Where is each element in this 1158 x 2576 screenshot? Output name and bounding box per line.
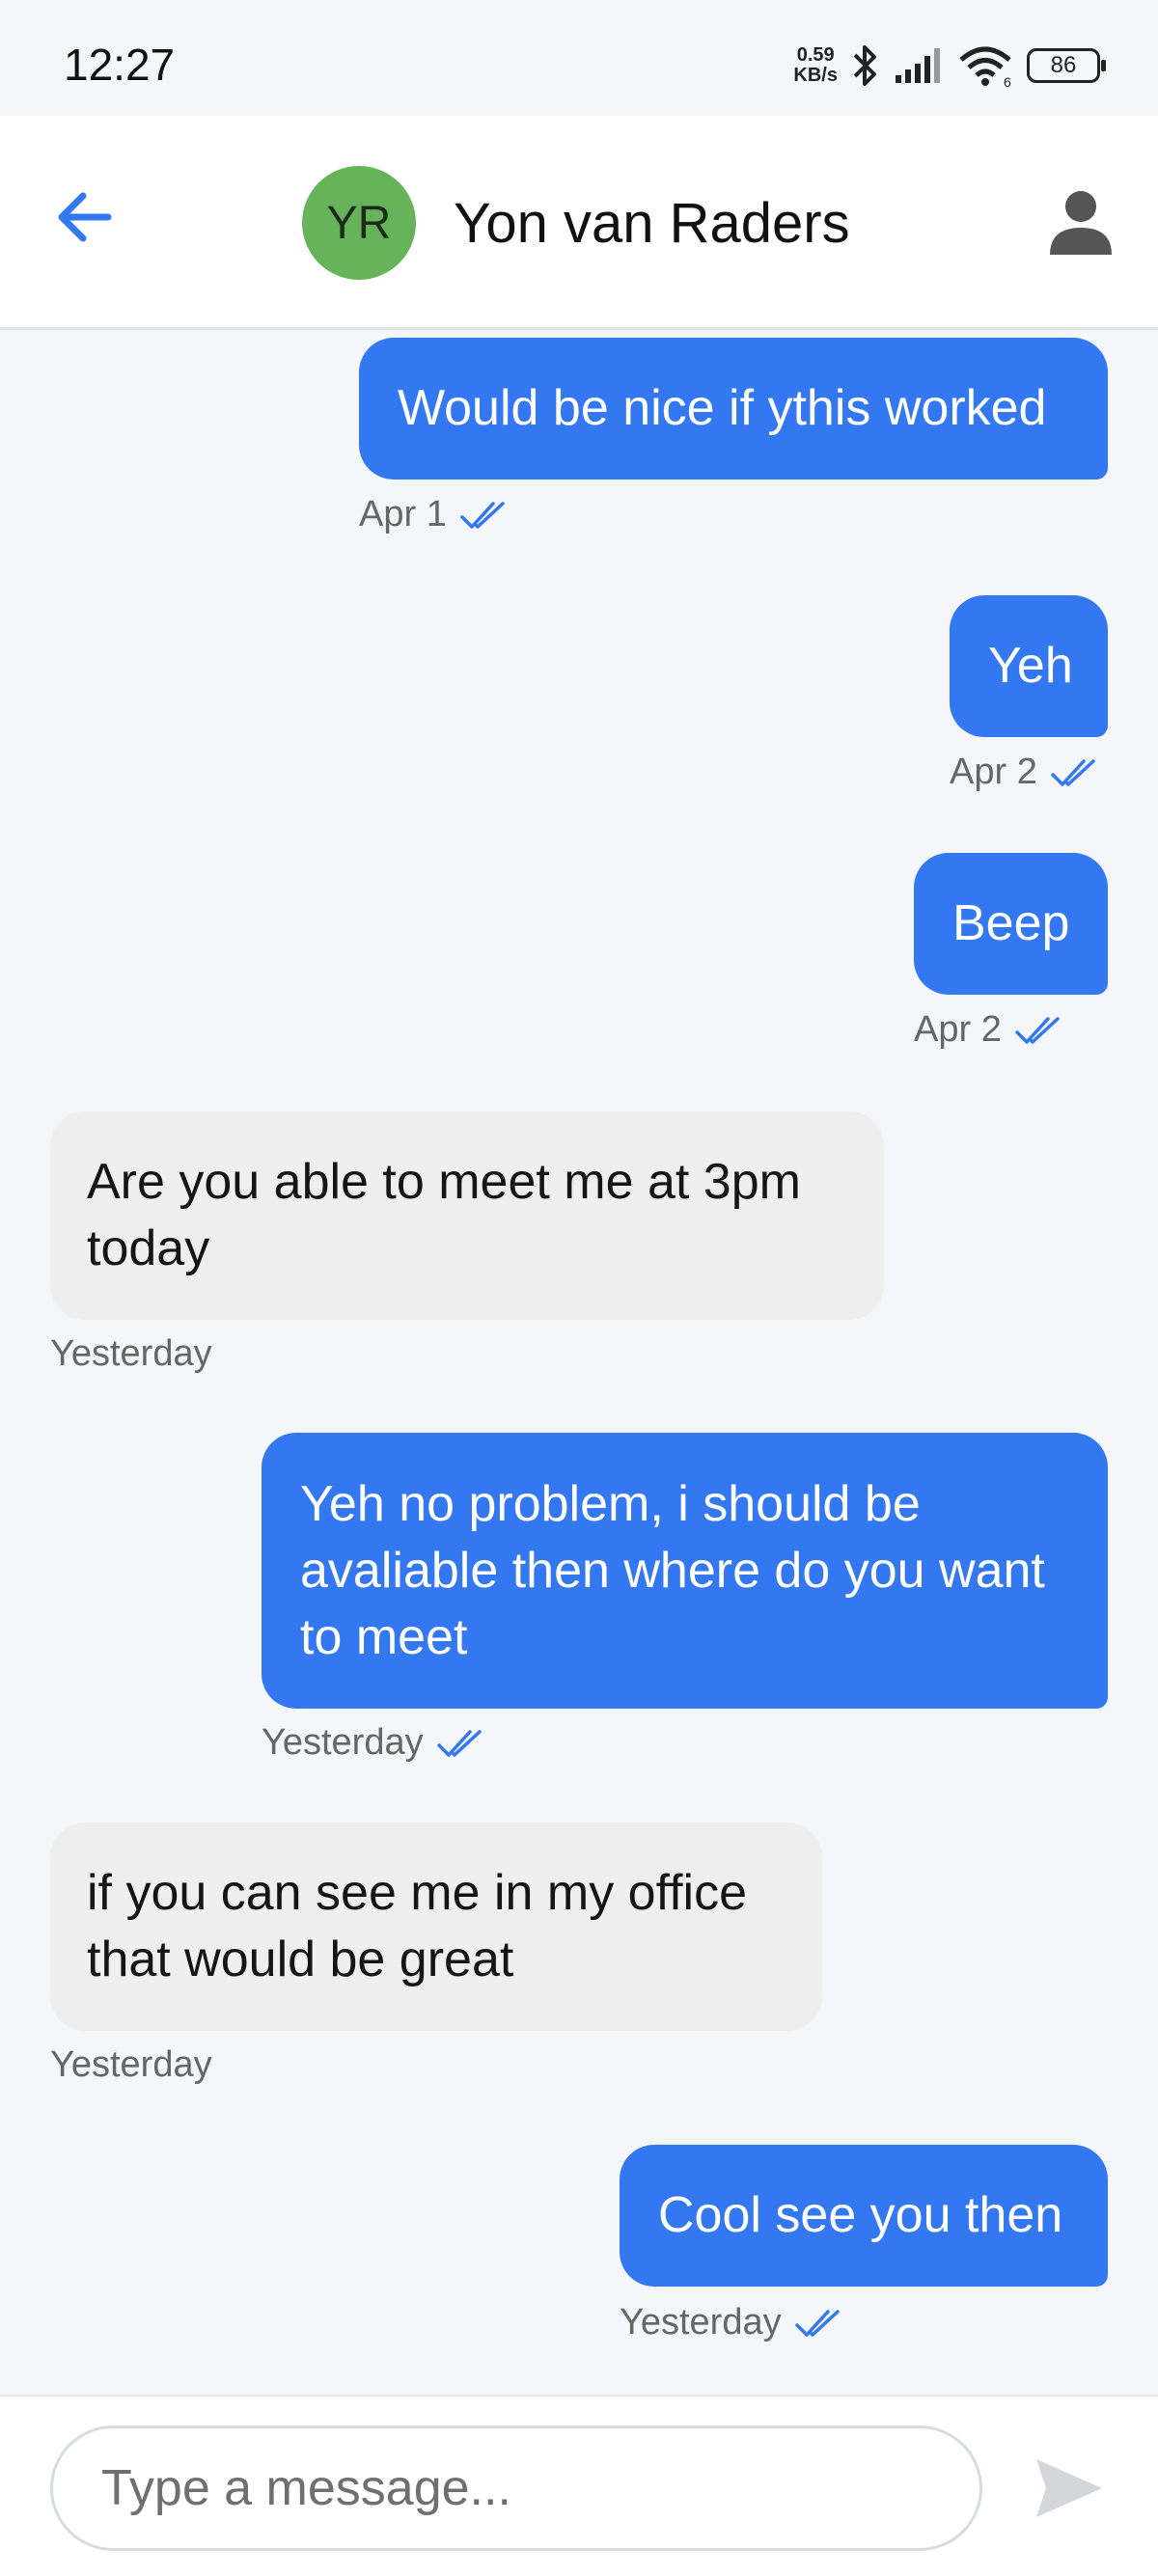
status-time: 12:27: [64, 40, 176, 90]
battery-indicator: 86: [1027, 48, 1106, 83]
read-receipt-icon: [794, 2309, 840, 2337]
send-icon[interactable]: [1031, 2450, 1108, 2527]
status-icons: 0.59 KB/s 6 86: [793, 39, 1106, 93]
message-meta: Apr 1: [359, 494, 507, 535]
message-meta: Yesterday: [620, 2302, 841, 2343]
avatar[interactable]: YR: [302, 166, 416, 280]
message-bubble-incoming[interactable]: Are you able to meet me at 3pm today: [50, 1111, 884, 1320]
read-receipt-icon: [460, 501, 505, 529]
read-receipt-icon: [436, 1729, 482, 1757]
read-receipt-icon: [1051, 758, 1095, 786]
chat-header: YR Yon van Raders: [0, 116, 1158, 330]
message-bubble-outgoing[interactable]: Would be nice if ythis worked: [359, 338, 1108, 480]
message-bubble-outgoing[interactable]: Beep: [914, 853, 1108, 995]
bluetooth-icon: [853, 45, 876, 86]
message-meta: Yesterday: [50, 1333, 212, 1374]
network-speed: 0.59 KB/s: [793, 44, 838, 86]
message-meta: Yesterday: [262, 1722, 483, 1764]
message-meta: Yesterday: [50, 2044, 212, 2085]
message-input[interactable]: [50, 2425, 982, 2551]
message-composer: [0, 2395, 1158, 2576]
contact-name[interactable]: Yon van Raders: [454, 191, 850, 256]
signal-icon: [896, 48, 940, 83]
message-meta: Apr 2: [950, 752, 1097, 793]
message-bubble-outgoing[interactable]: Cool see you then: [620, 2145, 1108, 2287]
status-bar: 12:27 0.59 KB/s 6 86: [0, 0, 1158, 116]
back-arrow-icon[interactable]: [48, 178, 125, 256]
wifi-icon: 6: [959, 46, 1011, 87]
read-receipt-icon: [1015, 1016, 1060, 1044]
message-meta: Apr 2: [914, 1009, 1062, 1051]
message-list[interactable]: Would be nice if ythis worked Apr 1 Yeh …: [0, 330, 1158, 2395]
message-bubble-incoming[interactable]: if you can see me in my office that woul…: [50, 1822, 822, 2031]
message-bubble-outgoing[interactable]: Yeh no problem, i should be avaliable th…: [262, 1433, 1108, 1709]
person-icon[interactable]: [1042, 183, 1119, 260]
svg-text:6: 6: [1004, 74, 1011, 87]
message-bubble-outgoing[interactable]: Yeh: [950, 595, 1108, 737]
